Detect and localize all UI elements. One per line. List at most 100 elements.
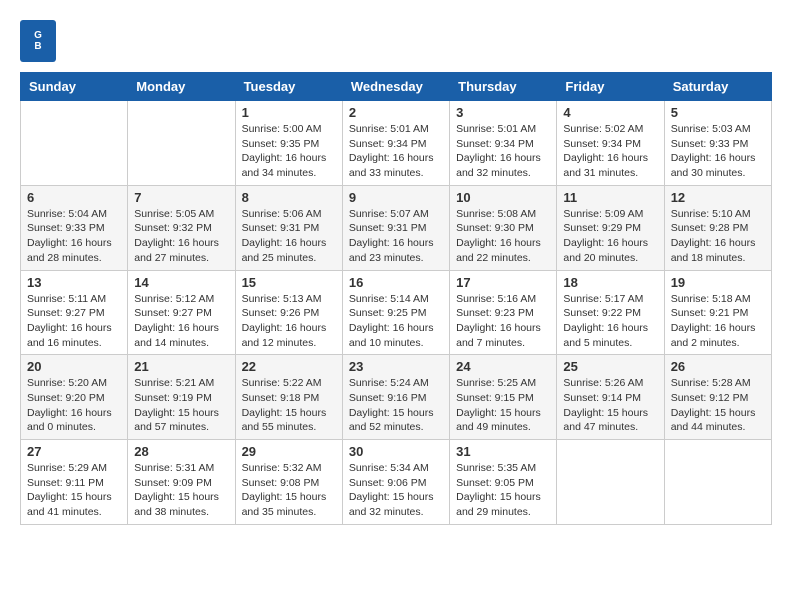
day-info: Sunrise: 5:09 AMSunset: 9:29 PMDaylight:… <box>563 207 657 266</box>
day-cell-2-1: 14 Sunrise: 5:12 AMSunset: 9:27 PMDayligh… <box>128 270 235 355</box>
day-info: Sunrise: 5:10 AMSunset: 9:28 PMDaylight:… <box>671 207 765 266</box>
day-cell-4-5 <box>557 440 664 525</box>
day-number: 21 <box>134 359 228 374</box>
day-cell-1-4: 10 Sunrise: 5:08 AMSunset: 9:30 PMDayligh… <box>450 185 557 270</box>
day-number: 7 <box>134 190 228 205</box>
day-info: Sunrise: 5:21 AMSunset: 9:19 PMDaylight:… <box>134 376 228 435</box>
day-info: Sunrise: 5:00 AMSunset: 9:35 PMDaylight:… <box>242 122 336 181</box>
day-cell-4-2: 29 Sunrise: 5:32 AMSunset: 9:08 PMDayligh… <box>235 440 342 525</box>
day-cell-4-4: 31 Sunrise: 5:35 AMSunset: 9:05 PMDayligh… <box>450 440 557 525</box>
day-number: 29 <box>242 444 336 459</box>
day-cell-2-2: 15 Sunrise: 5:13 AMSunset: 9:26 PMDayligh… <box>235 270 342 355</box>
day-number: 20 <box>27 359 121 374</box>
day-info: Sunrise: 5:32 AMSunset: 9:08 PMDaylight:… <box>242 461 336 520</box>
day-info: Sunrise: 5:35 AMSunset: 9:05 PMDaylight:… <box>456 461 550 520</box>
day-cell-3-1: 21 Sunrise: 5:21 AMSunset: 9:19 PMDayligh… <box>128 355 235 440</box>
header-saturday: Saturday <box>664 73 771 101</box>
day-number: 10 <box>456 190 550 205</box>
day-number: 22 <box>242 359 336 374</box>
day-cell-2-6: 19 Sunrise: 5:18 AMSunset: 9:21 PMDayligh… <box>664 270 771 355</box>
day-info: Sunrise: 5:28 AMSunset: 9:12 PMDaylight:… <box>671 376 765 435</box>
day-number: 15 <box>242 275 336 290</box>
day-info: Sunrise: 5:20 AMSunset: 9:20 PMDaylight:… <box>27 376 121 435</box>
day-cell-1-3: 9 Sunrise: 5:07 AMSunset: 9:31 PMDaylight… <box>342 185 449 270</box>
day-cell-0-5: 4 Sunrise: 5:02 AMSunset: 9:34 PMDaylight… <box>557 101 664 186</box>
week-row-1: 1 Sunrise: 5:00 AMSunset: 9:35 PMDaylight… <box>21 101 772 186</box>
day-info: Sunrise: 5:26 AMSunset: 9:14 PMDaylight:… <box>563 376 657 435</box>
header-thursday: Thursday <box>450 73 557 101</box>
day-info: Sunrise: 5:14 AMSunset: 9:25 PMDaylight:… <box>349 292 443 351</box>
day-cell-3-2: 22 Sunrise: 5:22 AMSunset: 9:18 PMDayligh… <box>235 355 342 440</box>
day-cell-1-1: 7 Sunrise: 5:05 AMSunset: 9:32 PMDaylight… <box>128 185 235 270</box>
day-number: 27 <box>27 444 121 459</box>
page-header: GB <box>20 20 772 62</box>
day-number: 28 <box>134 444 228 459</box>
day-cell-4-0: 27Sunrise: 5:29 AMSunset: 9:11 PMDayligh… <box>21 440 128 525</box>
day-info: Sunrise: 5:04 AMSunset: 9:33 PMDaylight:… <box>27 207 121 266</box>
day-cell-2-4: 17 Sunrise: 5:16 AMSunset: 9:23 PMDayligh… <box>450 270 557 355</box>
day-info: Sunrise: 5:25 AMSunset: 9:15 PMDaylight:… <box>456 376 550 435</box>
day-number: 3 <box>456 105 550 120</box>
day-cell-3-5: 25 Sunrise: 5:26 AMSunset: 9:14 PMDayligh… <box>557 355 664 440</box>
day-info: Sunrise: 5:06 AMSunset: 9:31 PMDaylight:… <box>242 207 336 266</box>
day-info: Sunrise: 5:34 AMSunset: 9:06 PMDaylight:… <box>349 461 443 520</box>
day-number: 13 <box>27 275 121 290</box>
day-info: Sunrise: 5:02 AMSunset: 9:34 PMDaylight:… <box>563 122 657 181</box>
week-row-3: 13 Sunrise: 5:11 AMSunset: 9:27 PMDayligh… <box>21 270 772 355</box>
day-cell-3-0: 20 Sunrise: 5:20 AMSunset: 9:20 PMDayligh… <box>21 355 128 440</box>
day-cell-4-6 <box>664 440 771 525</box>
day-number: 1 <box>242 105 336 120</box>
day-number: 6 <box>27 190 121 205</box>
day-info: Sunrise: 5:07 AMSunset: 9:31 PMDaylight:… <box>349 207 443 266</box>
week-row-4: 20 Sunrise: 5:20 AMSunset: 9:20 PMDayligh… <box>21 355 772 440</box>
day-number: 24 <box>456 359 550 374</box>
day-number: 18 <box>563 275 657 290</box>
day-number: 25 <box>563 359 657 374</box>
day-info: Sunrise: 5:05 AMSunset: 9:32 PMDaylight:… <box>134 207 228 266</box>
day-number: 9 <box>349 190 443 205</box>
day-number: 12 <box>671 190 765 205</box>
calendar-table: Sunday Monday Tuesday Wednesday Thursday… <box>20 72 772 525</box>
day-cell-0-1 <box>128 101 235 186</box>
header-friday: Friday <box>557 73 664 101</box>
week-row-2: 6 Sunrise: 5:04 AMSunset: 9:33 PMDaylight… <box>21 185 772 270</box>
day-cell-0-4: 3 Sunrise: 5:01 AMSunset: 9:34 PMDaylight… <box>450 101 557 186</box>
day-info: Sunrise: 5:17 AMSunset: 9:22 PMDaylight:… <box>563 292 657 351</box>
header-tuesday: Tuesday <box>235 73 342 101</box>
day-number: 4 <box>563 105 657 120</box>
day-info: Sunrise: 5:12 AMSunset: 9:27 PMDaylight:… <box>134 292 228 351</box>
day-number: 14 <box>134 275 228 290</box>
day-info: Sunrise: 5:11 AMSunset: 9:27 PMDaylight:… <box>27 292 121 351</box>
day-cell-3-4: 24 Sunrise: 5:25 AMSunset: 9:15 PMDayligh… <box>450 355 557 440</box>
day-number: 19 <box>671 275 765 290</box>
day-cell-4-3: 30Sunrise: 5:34 AMSunset: 9:06 PMDayligh… <box>342 440 449 525</box>
day-number: 11 <box>563 190 657 205</box>
day-number: 5 <box>671 105 765 120</box>
day-info: Sunrise: 5:16 AMSunset: 9:23 PMDaylight:… <box>456 292 550 351</box>
day-number: 17 <box>456 275 550 290</box>
day-cell-0-2: 1 Sunrise: 5:00 AMSunset: 9:35 PMDaylight… <box>235 101 342 186</box>
day-cell-2-3: 16 Sunrise: 5:14 AMSunset: 9:25 PMDayligh… <box>342 270 449 355</box>
day-number: 2 <box>349 105 443 120</box>
day-number: 16 <box>349 275 443 290</box>
weekday-header-row: Sunday Monday Tuesday Wednesday Thursday… <box>21 73 772 101</box>
day-number: 23 <box>349 359 443 374</box>
day-info: Sunrise: 5:03 AMSunset: 9:33 PMDaylight:… <box>671 122 765 181</box>
day-info: Sunrise: 5:18 AMSunset: 9:21 PMDaylight:… <box>671 292 765 351</box>
day-cell-2-5: 18 Sunrise: 5:17 AMSunset: 9:22 PMDayligh… <box>557 270 664 355</box>
day-cell-0-0 <box>21 101 128 186</box>
day-info: Sunrise: 5:01 AMSunset: 9:34 PMDaylight:… <box>456 122 550 181</box>
day-info: Sunrise: 5:08 AMSunset: 9:30 PMDaylight:… <box>456 207 550 266</box>
week-row-5: 27Sunrise: 5:29 AMSunset: 9:11 PMDayligh… <box>21 440 772 525</box>
day-cell-3-6: 26 Sunrise: 5:28 AMSunset: 9:12 PMDayligh… <box>664 355 771 440</box>
day-number: 31 <box>456 444 550 459</box>
day-cell-0-6: 5 Sunrise: 5:03 AMSunset: 9:33 PMDaylight… <box>664 101 771 186</box>
day-number: 8 <box>242 190 336 205</box>
day-number: 26 <box>671 359 765 374</box>
day-cell-4-1: 28Sunrise: 5:31 AMSunset: 9:09 PMDayligh… <box>128 440 235 525</box>
day-cell-0-3: 2Sunrise: 5:01 AMSunset: 9:34 PMDaylight… <box>342 101 449 186</box>
day-info: Sunrise: 5:22 AMSunset: 9:18 PMDaylight:… <box>242 376 336 435</box>
day-info: Sunrise: 5:13 AMSunset: 9:26 PMDaylight:… <box>242 292 336 351</box>
day-cell-1-0: 6 Sunrise: 5:04 AMSunset: 9:33 PMDaylight… <box>21 185 128 270</box>
header-monday: Monday <box>128 73 235 101</box>
